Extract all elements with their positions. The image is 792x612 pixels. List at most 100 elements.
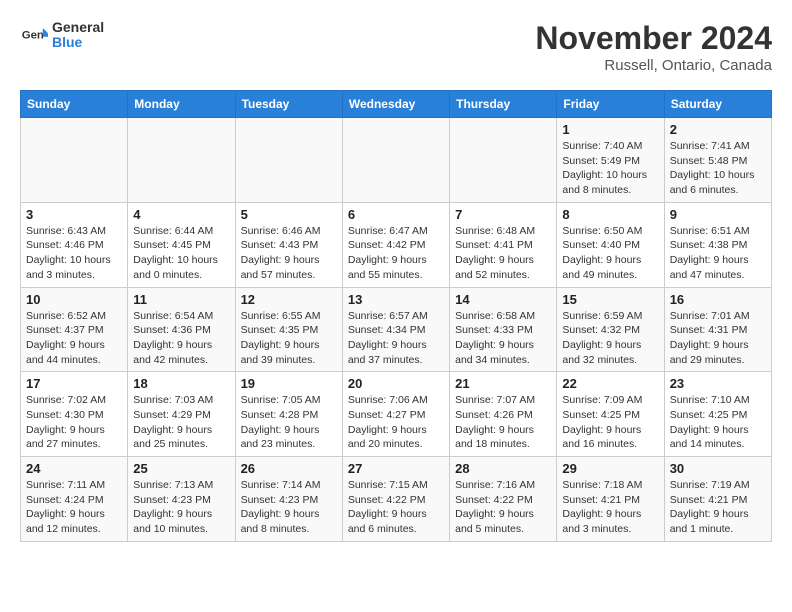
day-info: Sunrise: 7:14 AM Sunset: 4:23 PM Dayligh… (241, 478, 337, 537)
day-number: 28 (455, 461, 551, 476)
logo-text: General Blue (52, 20, 104, 51)
month-title: November 2024 (535, 20, 772, 57)
calendar-cell: 9 Sunrise: 6:51 AM Sunset: 4:38 PM Daylig… (664, 202, 771, 287)
day-info: Sunrise: 7:15 AM Sunset: 4:22 PM Dayligh… (348, 478, 444, 537)
day-number: 15 (562, 292, 658, 307)
day-info: Sunrise: 6:47 AM Sunset: 4:42 PM Dayligh… (348, 224, 444, 283)
day-info: Sunrise: 7:01 AM Sunset: 4:31 PM Dayligh… (670, 309, 766, 368)
calendar-cell: 12Sunrise: 6:55 AM Sunset: 4:35 PM Dayli… (235, 287, 342, 372)
calendar-cell (235, 118, 342, 203)
day-number: 24 (26, 461, 122, 476)
calendar: SundayMondayTuesdayWednesdayThursdayFrid… (20, 90, 772, 542)
calendar-week-row: 24 Sunrise: 7:11 AM Sunset: 4:24 PM Dayli… (21, 457, 772, 542)
calendar-cell (128, 118, 235, 203)
logo-blue: Blue (52, 35, 104, 50)
weekday-header: Sunday (21, 91, 128, 118)
day-info: Sunrise: 7:40 AM Sunset: 5:49 PM Dayligh… (562, 139, 658, 198)
weekday-header: Monday (128, 91, 235, 118)
calendar-cell: 11 Sunrise: 6:54 AM Sunset: 4:36 PM Dayli… (128, 287, 235, 372)
weekday-header-row: SundayMondayTuesdayWednesdayThursdayFrid… (21, 91, 772, 118)
day-number: 19 (241, 376, 337, 391)
weekday-header: Tuesday (235, 91, 342, 118)
calendar-cell: 27 Sunrise: 7:15 AM Sunset: 4:22 PM Dayli… (342, 457, 449, 542)
calendar-cell: 18Sunrise: 7:03 AM Sunset: 4:29 PM Dayli… (128, 372, 235, 457)
day-number: 27 (348, 461, 444, 476)
calendar-cell: 8Sunrise: 6:50 AM Sunset: 4:40 PM Daylig… (557, 202, 664, 287)
calendar-cell: 15 Sunrise: 6:59 AM Sunset: 4:32 PM Dayli… (557, 287, 664, 372)
day-number: 10 (26, 292, 122, 307)
day-info: Sunrise: 6:59 AM Sunset: 4:32 PM Dayligh… (562, 309, 658, 368)
day-info: Sunrise: 7:09 AM Sunset: 4:25 PM Dayligh… (562, 393, 658, 452)
logo: Gen General Blue (20, 20, 104, 51)
day-number: 18 (133, 376, 229, 391)
day-info: Sunrise: 7:19 AM Sunset: 4:21 PM Dayligh… (670, 478, 766, 537)
day-number: 25 (133, 461, 229, 476)
day-number: 12 (241, 292, 337, 307)
svg-text:Gen: Gen (22, 30, 44, 42)
day-number: 16 (670, 292, 766, 307)
day-number: 29 (562, 461, 658, 476)
calendar-cell: 22 Sunrise: 7:09 AM Sunset: 4:25 PM Dayli… (557, 372, 664, 457)
calendar-week-row: 3Sunrise: 6:43 AM Sunset: 4:46 PM Daylig… (21, 202, 772, 287)
calendar-cell: 14Sunrise: 6:58 AM Sunset: 4:33 PM Dayli… (450, 287, 557, 372)
day-number: 30 (670, 461, 766, 476)
calendar-cell (21, 118, 128, 203)
calendar-cell: 21 Sunrise: 7:07 AM Sunset: 4:26 PM Dayli… (450, 372, 557, 457)
day-info: Sunrise: 7:41 AM Sunset: 5:48 PM Dayligh… (670, 139, 766, 198)
day-info: Sunrise: 7:16 AM Sunset: 4:22 PM Dayligh… (455, 478, 551, 537)
calendar-cell: 3Sunrise: 6:43 AM Sunset: 4:46 PM Daylig… (21, 202, 128, 287)
day-info: Sunrise: 6:44 AM Sunset: 4:45 PM Dayligh… (133, 224, 229, 283)
day-number: 8 (562, 207, 658, 222)
calendar-week-row: 17 Sunrise: 7:02 AM Sunset: 4:30 PM Dayli… (21, 372, 772, 457)
day-info: Sunrise: 7:13 AM Sunset: 4:23 PM Dayligh… (133, 478, 229, 537)
day-info: Sunrise: 6:51 AM Sunset: 4:38 PM Dayligh… (670, 224, 766, 283)
day-info: Sunrise: 6:46 AM Sunset: 4:43 PM Dayligh… (241, 224, 337, 283)
calendar-cell (450, 118, 557, 203)
day-number: 6 (348, 207, 444, 222)
day-info: Sunrise: 7:06 AM Sunset: 4:27 PM Dayligh… (348, 393, 444, 452)
calendar-cell (342, 118, 449, 203)
day-info: Sunrise: 6:52 AM Sunset: 4:37 PM Dayligh… (26, 309, 122, 368)
location: Russell, Ontario, Canada (535, 57, 772, 74)
day-number: 7 (455, 207, 551, 222)
calendar-cell: 20 Sunrise: 7:06 AM Sunset: 4:27 PM Dayli… (342, 372, 449, 457)
calendar-cell: 7Sunrise: 6:48 AM Sunset: 4:41 PM Daylig… (450, 202, 557, 287)
day-info: Sunrise: 7:02 AM Sunset: 4:30 PM Dayligh… (26, 393, 122, 452)
calendar-cell: 23 Sunrise: 7:10 AM Sunset: 4:25 PM Dayli… (664, 372, 771, 457)
day-number: 1 (562, 122, 658, 137)
calendar-cell: 30 Sunrise: 7:19 AM Sunset: 4:21 PM Dayli… (664, 457, 771, 542)
day-number: 17 (26, 376, 122, 391)
day-number: 13 (348, 292, 444, 307)
weekday-header: Wednesday (342, 91, 449, 118)
weekday-header: Saturday (664, 91, 771, 118)
logo-general: General (52, 20, 104, 35)
day-number: 21 (455, 376, 551, 391)
calendar-cell: 10 Sunrise: 6:52 AM Sunset: 4:37 PM Dayli… (21, 287, 128, 372)
weekday-header: Thursday (450, 91, 557, 118)
page-header: Gen General Blue November 2024 Russell, … (20, 20, 772, 74)
day-number: 23 (670, 376, 766, 391)
logo-icon: Gen (20, 21, 48, 49)
title-block: November 2024 Russell, Ontario, Canada (535, 20, 772, 74)
day-info: Sunrise: 6:54 AM Sunset: 4:36 PM Dayligh… (133, 309, 229, 368)
calendar-cell: 5Sunrise: 6:46 AM Sunset: 4:43 PM Daylig… (235, 202, 342, 287)
calendar-cell: 26 Sunrise: 7:14 AM Sunset: 4:23 PM Dayli… (235, 457, 342, 542)
calendar-cell: 28 Sunrise: 7:16 AM Sunset: 4:22 PM Dayli… (450, 457, 557, 542)
calendar-cell: 25 Sunrise: 7:13 AM Sunset: 4:23 PM Dayli… (128, 457, 235, 542)
day-number: 9 (670, 207, 766, 222)
calendar-cell: 24 Sunrise: 7:11 AM Sunset: 4:24 PM Dayli… (21, 457, 128, 542)
calendar-cell: 4Sunrise: 6:44 AM Sunset: 4:45 PM Daylig… (128, 202, 235, 287)
day-number: 22 (562, 376, 658, 391)
calendar-cell: 1 Sunrise: 7:40 AM Sunset: 5:49 PM Daylig… (557, 118, 664, 203)
day-number: 20 (348, 376, 444, 391)
day-number: 14 (455, 292, 551, 307)
day-info: Sunrise: 7:11 AM Sunset: 4:24 PM Dayligh… (26, 478, 122, 537)
day-number: 26 (241, 461, 337, 476)
calendar-cell: 19Sunrise: 7:05 AM Sunset: 4:28 PM Dayli… (235, 372, 342, 457)
day-info: Sunrise: 7:10 AM Sunset: 4:25 PM Dayligh… (670, 393, 766, 452)
day-info: Sunrise: 7:18 AM Sunset: 4:21 PM Dayligh… (562, 478, 658, 537)
weekday-header: Friday (557, 91, 664, 118)
day-info: Sunrise: 7:07 AM Sunset: 4:26 PM Dayligh… (455, 393, 551, 452)
calendar-cell: 29 Sunrise: 7:18 AM Sunset: 4:21 PM Dayli… (557, 457, 664, 542)
day-number: 11 (133, 292, 229, 307)
